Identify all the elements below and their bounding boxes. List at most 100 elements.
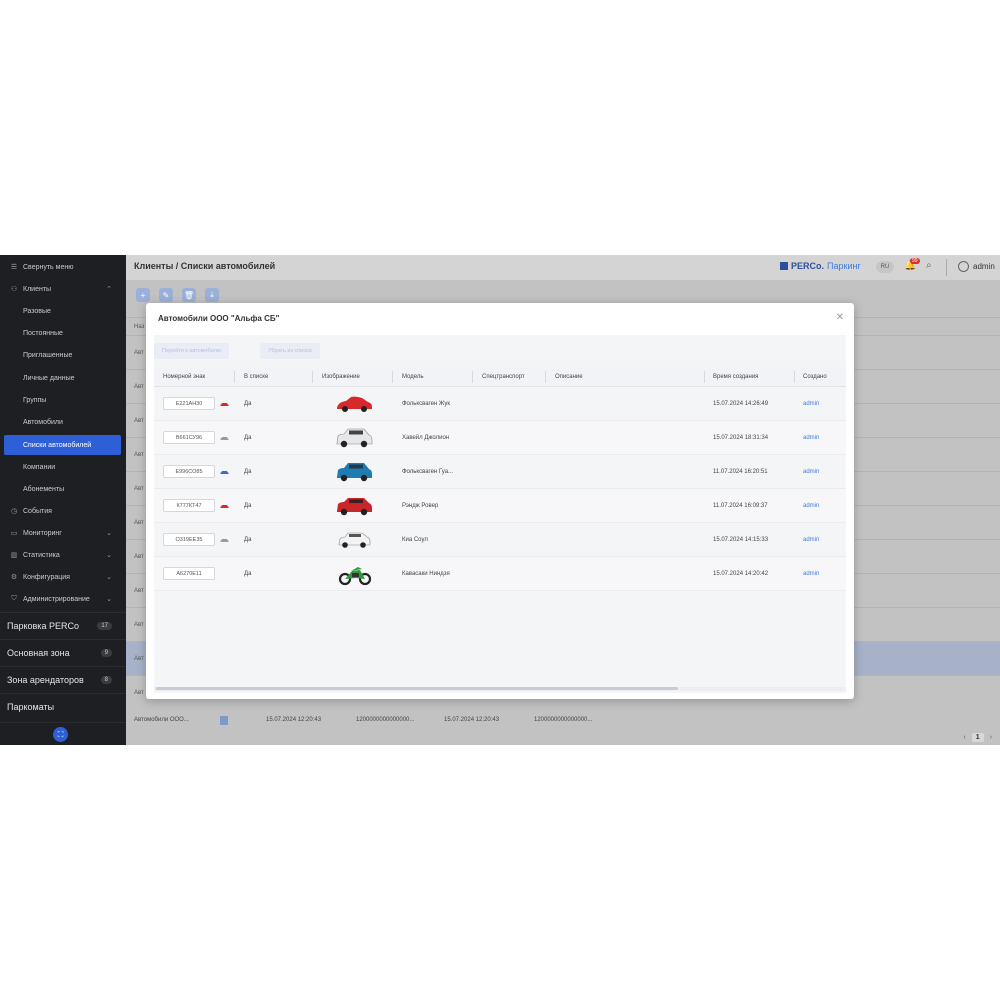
sidebar-item-statistics[interactable]: ▥ Статистика ⌄ — [0, 545, 126, 565]
sidebar-item-label: События — [23, 507, 52, 515]
sidebar-item-label: Администрирование — [23, 595, 90, 603]
column-header-model[interactable]: Модель — [402, 374, 424, 380]
chevron-left-icon[interactable]: ‹ — [963, 734, 965, 741]
sidebar-subitem-label: Личные данные — [23, 374, 75, 382]
zone-label: Паркоматы — [7, 701, 55, 712]
plate-field: К777КТ47 — [163, 499, 215, 512]
column-header-special[interactable]: Спецтранспорт — [482, 374, 525, 380]
download-icon[interactable]: ⤓ — [205, 288, 219, 302]
chevron-right-icon[interactable]: › — [990, 734, 992, 741]
brand-product: Паркинг — [827, 261, 861, 271]
sidebar-subitem[interactable]: Постоянные — [0, 323, 126, 343]
sidebar-item-configuration[interactable]: ⚙ Конфигурация ⌄ — [0, 567, 126, 587]
monitor-icon: ▭ — [10, 530, 18, 537]
table-row[interactable]: Автомобили ООО... 15.07.2024 12:20:43 12… — [126, 712, 1000, 730]
chevron-down-icon: ⌄ — [106, 530, 112, 537]
app-window: ☰ Свернуть меню ⚇ Клиенты ⌃ Разовые Пост… — [0, 255, 1000, 745]
sidebar-item-events[interactable]: ◷ События — [0, 501, 126, 521]
sidebar-subitem[interactable]: Группы — [0, 390, 126, 410]
model-value: Киа Соул — [402, 537, 428, 543]
car-icon — [220, 537, 229, 545]
sidebar-item-clients[interactable]: ⚇ Клиенты ⌃ — [0, 279, 126, 299]
language-switch[interactable]: RU — [876, 261, 894, 273]
in-list-value: Да — [244, 537, 252, 543]
zone-item[interactable]: Парковка PERCo 17 — [0, 612, 126, 638]
model-value: Хавейл Джолион — [402, 435, 450, 441]
bell-icon[interactable]: 🔔 99 — [904, 258, 920, 271]
sidebar-collapse[interactable]: ☰ Свернуть меню — [0, 257, 126, 277]
sidebar-subitem[interactable]: Личные данные — [0, 368, 126, 388]
document-icon[interactable] — [220, 716, 228, 725]
creator-link[interactable]: admin — [803, 571, 819, 577]
creator-link[interactable]: admin — [803, 435, 819, 441]
list-toolbar: + ✎ 🗑 ⤓ — [136, 288, 219, 302]
sidebar-subitem[interactable]: Компании — [0, 457, 126, 477]
sidebar-subitem[interactable]: Приглашенные — [0, 345, 126, 365]
sidebar-subitem-active[interactable]: Списки автомобилей — [4, 435, 121, 455]
column-header-created[interactable]: Время создания — [713, 374, 758, 380]
horizontal-scrollbar[interactable] — [154, 687, 846, 691]
page-current[interactable]: 1 — [971, 733, 984, 742]
column-divider — [545, 371, 546, 383]
zone-item[interactable]: Зона арендаторов 8 — [0, 666, 126, 692]
user-menu[interactable]: admin — [958, 261, 995, 272]
table-row[interactable]: А6270Е11 Да Кавасаки Ниндзя 15.07.2024 1… — [154, 557, 846, 591]
row-modified: 15.07.2024 12:20:43 — [444, 717, 500, 723]
table-row[interactable]: Е221АН30 Да Фольксваген Жук 15.07.2024 1… — [154, 387, 846, 421]
row-cell: Авт — [134, 689, 144, 696]
sidebar-item-monitoring[interactable]: ▭ Мониторинг ⌄ — [0, 523, 126, 543]
motorcycle-image — [338, 567, 372, 586]
zone-count-badge: 17 — [97, 621, 112, 630]
table-row[interactable]: К777КТ47 Да Рэндж Ровер 11.07.2024 16:09… — [154, 489, 846, 523]
model-value: Кавасаки Ниндзя — [402, 571, 450, 577]
table-row[interactable]: Е996СО85 Да Фольксваген Гуа... 11.07.202… — [154, 455, 846, 489]
row-name: Автомобили ООО... — [134, 717, 189, 723]
fullscreen-icon[interactable]: ⛶ — [53, 727, 68, 742]
search-icon[interactable]: ⌕ — [926, 260, 932, 271]
zone-count-badge: 8 — [100, 675, 112, 684]
sidebar-subitem[interactable]: Абонементы — [0, 479, 126, 499]
table-row[interactable]: О319ЕЕ35 Да Киа Соул 15.07.2024 14:15:33… — [154, 523, 846, 557]
sidebar-subitem-label: Приглашенные — [23, 351, 73, 359]
sidebar-item-administration[interactable]: ⛉ Администрирование ⌄ — [0, 589, 126, 609]
creator-link[interactable]: admin — [803, 503, 819, 509]
column-header-image[interactable]: Изображение — [322, 374, 360, 380]
sidebar-subitem-label: Группы — [23, 396, 47, 404]
column-header-description[interactable]: Описание — [555, 374, 583, 380]
creator-link[interactable]: admin — [803, 537, 819, 543]
close-icon[interactable]: ✕ — [836, 312, 844, 323]
car-image — [337, 463, 372, 482]
row-id: 1200000000000000... — [534, 717, 593, 723]
sidebar-subitem[interactable]: Разовые — [0, 301, 126, 321]
goto-car-button[interactable]: Перейти к автомобилю — [154, 343, 230, 359]
sidebar-item-label: Клиенты — [23, 285, 52, 293]
scrollbar-thumb[interactable] — [156, 687, 678, 690]
creator-link[interactable]: admin — [803, 401, 819, 407]
zone-item[interactable]: Паркоматы — [0, 693, 126, 719]
clients-icon: ⚇ — [10, 286, 18, 293]
edit-icon[interactable]: ✎ — [159, 288, 173, 302]
in-list-value: Да — [244, 503, 252, 509]
zone-item[interactable]: Основная зона 9 — [0, 639, 126, 665]
header-cell: Наз — [134, 323, 145, 330]
row-created: 15.07.2024 12:20:43 — [266, 717, 322, 723]
user-name: admin — [973, 262, 995, 271]
chevron-down-icon: ⌄ — [106, 552, 112, 559]
plate-field: Е221АН30 — [163, 397, 215, 410]
sidebar-subitem[interactable]: Автомобили — [0, 412, 126, 432]
table-row[interactable]: В661СУ96 Да Хавейл Джолион 15.07.2024 18… — [154, 421, 846, 455]
column-header-plate[interactable]: Номерной знак — [163, 374, 205, 380]
column-header-in-list[interactable]: В списке — [244, 374, 268, 380]
row-cell: Авт — [134, 383, 144, 390]
add-icon[interactable]: + — [136, 288, 150, 302]
remove-from-list-button[interactable]: Убрать из списка — [260, 343, 320, 359]
created-value: 15.07.2024 14:15:33 — [713, 537, 769, 543]
delete-icon[interactable]: 🗑 — [182, 288, 196, 302]
column-header-creator[interactable]: Создано — [803, 374, 827, 380]
creator-link[interactable]: admin — [803, 469, 819, 475]
car-icon — [220, 469, 229, 477]
sidebar-subitem-label: Списки автомобилей — [23, 441, 92, 449]
breadcrumb: Клиенты / Списки автомобилей — [134, 261, 276, 271]
plate-field: Е996СО85 — [163, 465, 215, 478]
gear-icon: ⚙ — [10, 574, 18, 581]
